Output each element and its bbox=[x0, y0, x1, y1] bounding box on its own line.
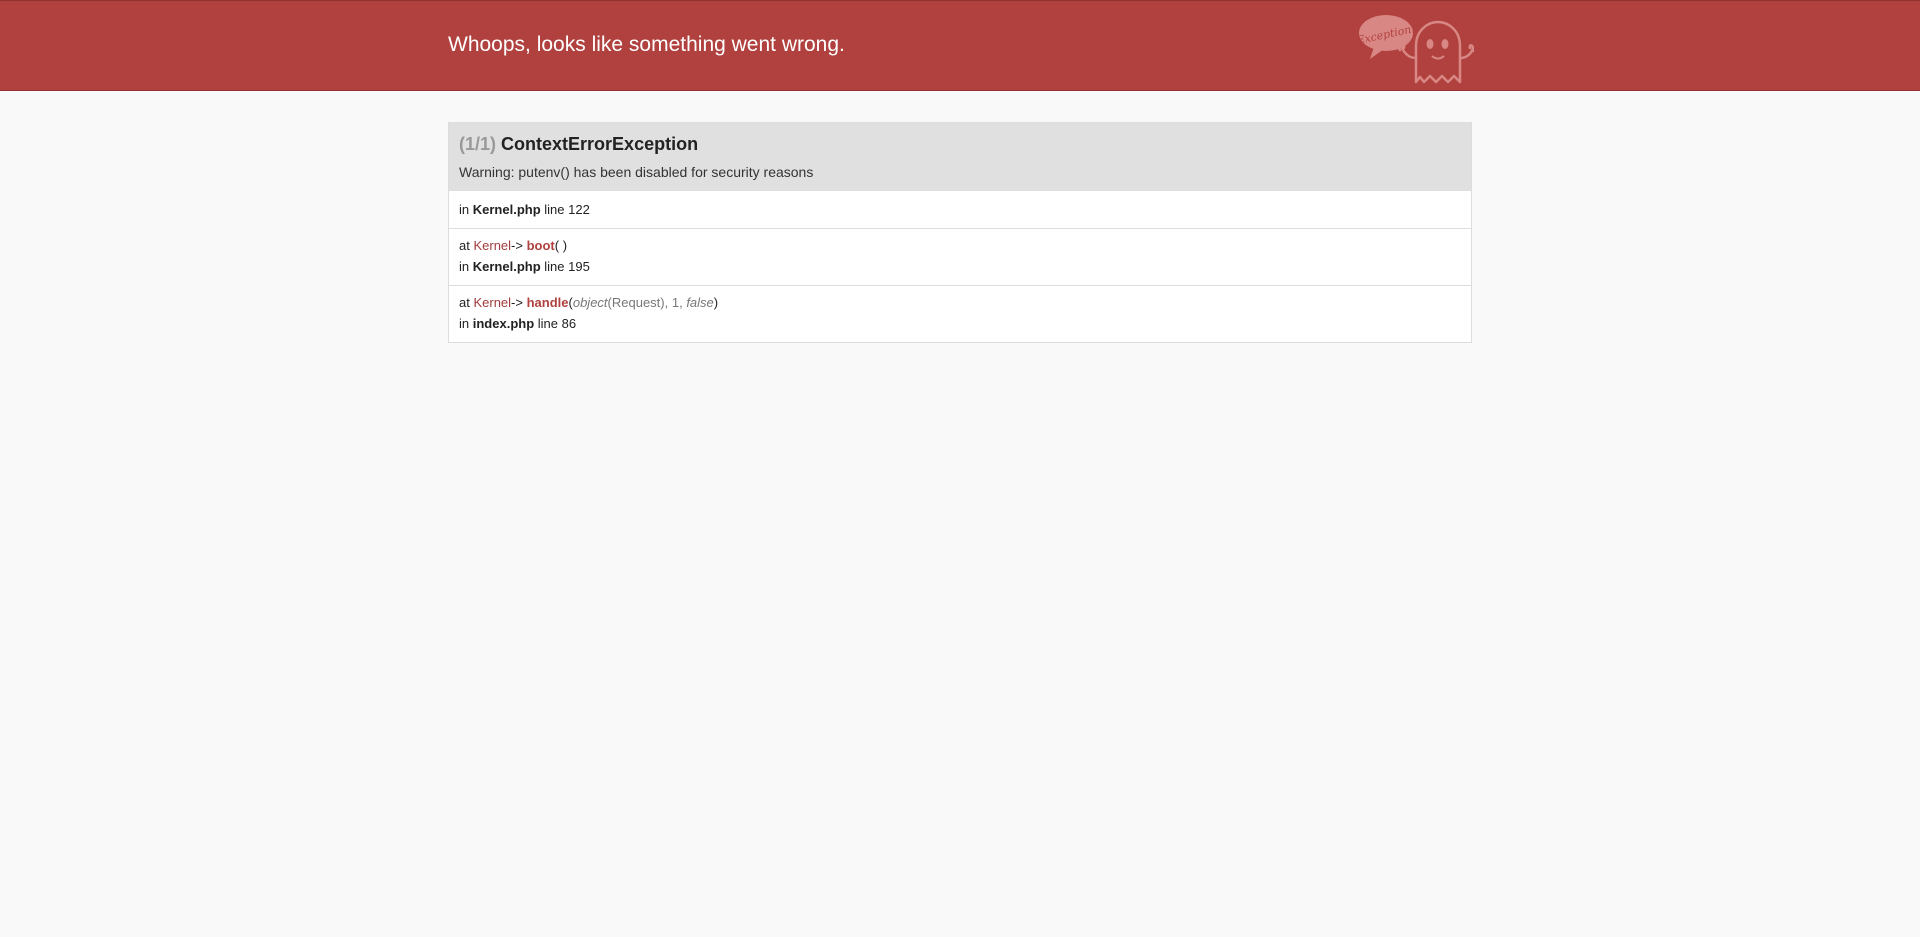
method-arrow: -> bbox=[511, 295, 523, 310]
exception-message: Warning: putenv() has been disabled for … bbox=[459, 164, 814, 180]
trace-file: Kernel.php bbox=[472, 202, 541, 217]
trace-location: in Kernel.php line 195 bbox=[459, 256, 1461, 277]
close-paren: ) bbox=[713, 295, 719, 310]
trace-location: in index.php line 86 bbox=[459, 313, 1461, 334]
at-label: at bbox=[459, 238, 470, 253]
trace-line-number: 122 bbox=[568, 202, 590, 217]
close-paren: ) bbox=[562, 238, 568, 253]
trace-function: handle bbox=[526, 295, 569, 310]
trace-class: Kernel bbox=[473, 295, 512, 310]
trace-line-number: 195 bbox=[568, 259, 590, 274]
trace-call: at Kernel-> handle(object(Request), 1, f… bbox=[459, 292, 1461, 313]
trace-arg-bool: false bbox=[686, 295, 714, 310]
trace-item: in Kernel.php line 122 bbox=[449, 190, 1471, 228]
line-label: line bbox=[544, 259, 565, 274]
trace-file: Kernel.php bbox=[472, 259, 541, 274]
method-arrow: -> bbox=[511, 238, 523, 253]
trace-item: at Kernel-> handle(object(Request), 1, f… bbox=[449, 285, 1471, 342]
exception-ghost-icon: Exception! bbox=[1358, 15, 1474, 84]
trace-call: at Kernel-> boot( ) bbox=[459, 235, 1461, 256]
error-header: Whoops, looks like something went wrong.… bbox=[0, 0, 1920, 91]
trace-item: at Kernel-> boot( ) in Kernel.php line 1… bbox=[449, 228, 1471, 285]
trace-arg: (Request), 1, bbox=[607, 295, 687, 310]
trace-line-number: 86 bbox=[561, 316, 577, 331]
trace-function: boot bbox=[526, 238, 555, 253]
at-label: at bbox=[459, 295, 470, 310]
in-label: in bbox=[459, 259, 470, 274]
trace-file: index.php bbox=[472, 316, 535, 331]
line-label: line bbox=[537, 316, 559, 331]
trace-class: Kernel bbox=[473, 238, 512, 253]
exception-panel: (1/1) ContextErrorException Warning: put… bbox=[448, 122, 1472, 343]
trace-location: in Kernel.php line 122 bbox=[459, 199, 1461, 220]
open-paren: ( bbox=[554, 238, 560, 253]
page-title: Whoops, looks like something went wrong. bbox=[448, 33, 845, 56]
exception-title: (1/1) ContextErrorException bbox=[459, 132, 698, 156]
exception-summary: (1/1) ContextErrorException Warning: put… bbox=[449, 123, 1471, 190]
line-label: line bbox=[544, 202, 565, 217]
in-label: in bbox=[459, 316, 470, 331]
trace-arg-type: object bbox=[572, 295, 608, 310]
exception-name: ContextErrorException bbox=[501, 134, 699, 154]
exception-count: (1/1) bbox=[459, 134, 497, 154]
in-label: in bbox=[459, 202, 470, 217]
